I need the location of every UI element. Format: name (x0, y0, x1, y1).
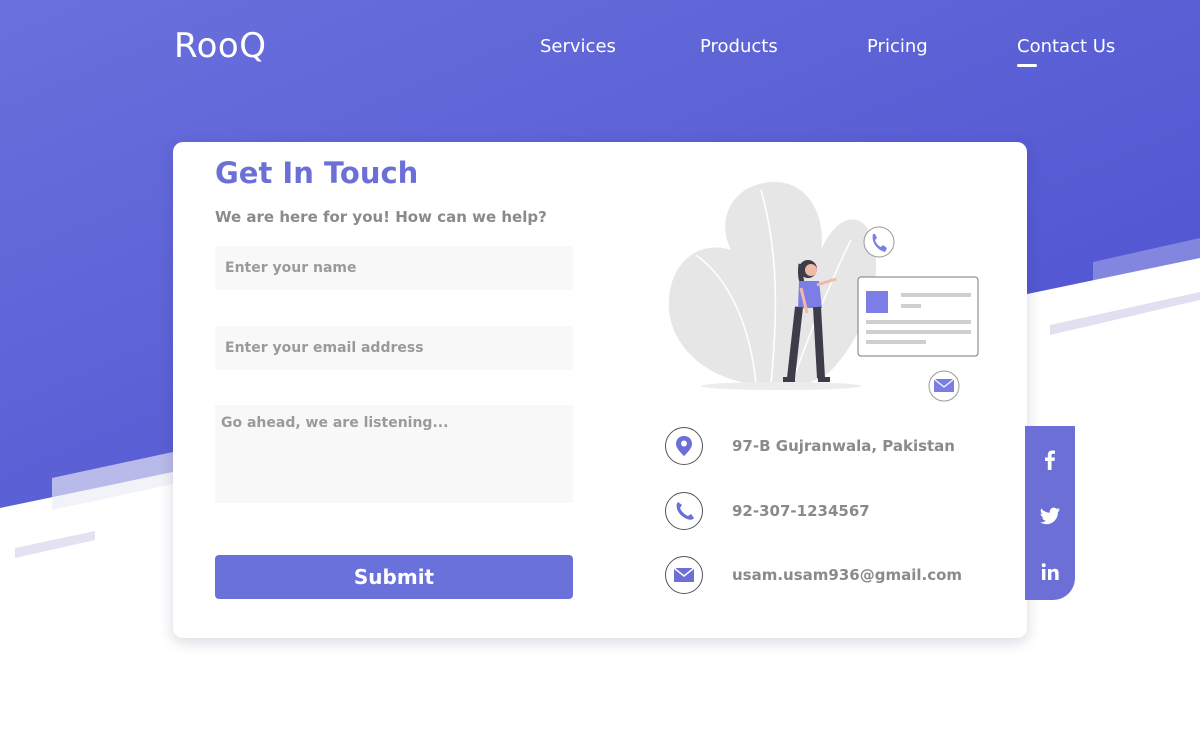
email-input[interactable] (215, 326, 573, 370)
site-logo[interactable]: RooQ (174, 26, 266, 66)
phone-icon (665, 492, 703, 530)
contact-illustration (668, 181, 979, 402)
phone-text: 92-307-1234567 (732, 502, 870, 520)
name-input[interactable] (215, 246, 573, 290)
nav-link-contact-us[interactable]: Contact Us (1017, 36, 1115, 67)
facebook-icon[interactable] (1038, 448, 1062, 472)
submit-button[interactable]: Submit (215, 555, 573, 599)
location-pin-icon (665, 427, 703, 465)
address-text: 97-B Gujranwala, Pakistan (732, 437, 955, 455)
linkedin-icon[interactable] (1038, 560, 1062, 584)
email-text: usam.usam936@gmail.com (732, 566, 963, 584)
message-textarea[interactable] (215, 405, 573, 503)
envelope-icon (665, 556, 703, 594)
nav-link-products[interactable]: Products (700, 36, 778, 57)
twitter-icon[interactable] (1038, 504, 1062, 528)
form-title: Get In Touch (215, 156, 419, 190)
nav-link-pricing[interactable]: Pricing (867, 36, 928, 57)
contact-card: Get In Touch We are here for you! How ca… (173, 142, 1027, 638)
form-subtitle: We are here for you! How can we help? (215, 208, 547, 226)
nav-link-services[interactable]: Services (540, 36, 616, 57)
social-links (1025, 426, 1075, 600)
